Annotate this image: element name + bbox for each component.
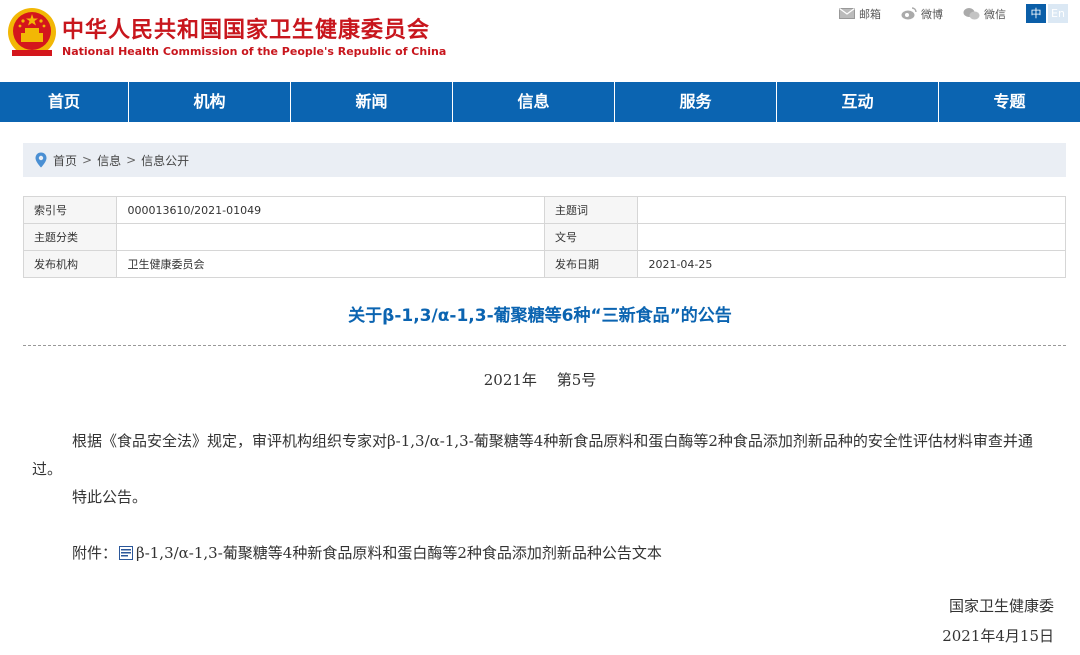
national-emblem-icon (8, 8, 56, 56)
doc-number-value (637, 223, 1066, 251)
nav-item-topics[interactable]: 专题 (939, 82, 1080, 122)
publish-date-label: 发布日期 (543, 250, 639, 278)
issuer-value: 卫生健康委员会 (116, 250, 545, 278)
main-nav: 首页 机构 新闻 信息 服务 互动 专题 (0, 82, 1080, 122)
mail-link-label: 邮箱 (859, 7, 881, 21)
site-header: 中华人民共和国国家卫生健康委员会 National Health Commiss… (0, 0, 1080, 82)
document-meta-table: 索引号 000013610/2021-01049 主题词 主题分类 文号 发布机… (22, 196, 1066, 278)
title-divider (23, 345, 1066, 346)
article-paragraph: 根据《食品安全法》规定，审评机构组织专家对β-1,3/α-1,3-葡聚糖等4种新… (32, 432, 1033, 478)
location-pin-icon (35, 152, 47, 168)
nav-item-home[interactable]: 首页 (0, 82, 129, 122)
doc-number: 2021年 第5号 (483, 371, 597, 389)
breadcrumb-info[interactable]: 信息 (97, 152, 121, 169)
attachment-label: 附件： (72, 544, 118, 562)
breadcrumb-separator: > (82, 153, 93, 167)
org-name-cn: 中华人民共和国国家卫生健康委员会 (62, 18, 431, 43)
wechat-link[interactable]: 微信 (963, 6, 1006, 22)
nav-item-news[interactable]: 新闻 (291, 82, 453, 122)
org-name-en: National Health Commission of the People… (62, 45, 447, 58)
mail-icon (839, 8, 855, 19)
top-links: 邮箱 微博 微信 中 En (839, 4, 1068, 23)
nav-item-interaction[interactable]: 互动 (777, 82, 939, 122)
category-value (116, 223, 545, 251)
wechat-link-label: 微信 (984, 7, 1006, 21)
nav-item-info[interactable]: 信息 (453, 82, 615, 122)
breadcrumb-info-disclosure[interactable]: 信息公开 (141, 152, 189, 169)
signature: 国家卫生健康委 (948, 597, 1054, 615)
index-number-label: 索引号 (22, 196, 118, 224)
doc-number-label: 文号 (543, 223, 639, 251)
nav-item-organization[interactable]: 机构 (129, 82, 291, 122)
attachment-link[interactable]: β-1,3/α-1,3-葡聚糖等4种新食品原料和蛋白酶等2种食品添加剂新品种公告… (136, 539, 662, 567)
weibo-icon (901, 7, 917, 20)
article-title: 关于β-1,3/α-1,3-葡聚糖等6种“三新食品”的公告 (348, 306, 732, 326)
weibo-link-label: 微博 (921, 7, 943, 21)
nav-item-service[interactable]: 服务 (615, 82, 777, 122)
keyword-label: 主题词 (543, 196, 639, 224)
table-row: 主题分类 文号 (22, 223, 1066, 251)
wechat-icon (963, 8, 980, 20)
breadcrumb-separator: > (126, 153, 137, 167)
mail-link[interactable]: 邮箱 (839, 6, 881, 22)
table-row: 发布机构 卫生健康委员会 发布日期 2021-04-25 (22, 250, 1066, 278)
breadcrumb: 首页 > 信息 > 信息公开 (23, 143, 1066, 177)
category-label: 主题分类 (22, 223, 118, 251)
sign-date: 2021年4月15日 (942, 627, 1054, 645)
word-doc-icon (119, 546, 134, 560)
breadcrumb-home[interactable]: 首页 (53, 152, 77, 169)
weibo-link[interactable]: 微博 (901, 6, 943, 22)
keyword-value (637, 196, 1066, 224)
index-number-value: 000013610/2021-01049 (116, 196, 545, 224)
lang-zh-button[interactable]: 中 (1026, 4, 1046, 23)
issuer-label: 发布机构 (22, 250, 118, 278)
article-closing: 特此公告。 (72, 488, 148, 506)
table-row: 索引号 000013610/2021-01049 主题词 (22, 196, 1066, 224)
attachment: 附件： β-1,3/α-1,3-葡聚糖等4种新食品原料和蛋白酶等2种食品添加剂新… (72, 539, 662, 567)
lang-en-button[interactable]: En (1048, 4, 1068, 23)
publish-date-value: 2021-04-25 (637, 250, 1066, 278)
